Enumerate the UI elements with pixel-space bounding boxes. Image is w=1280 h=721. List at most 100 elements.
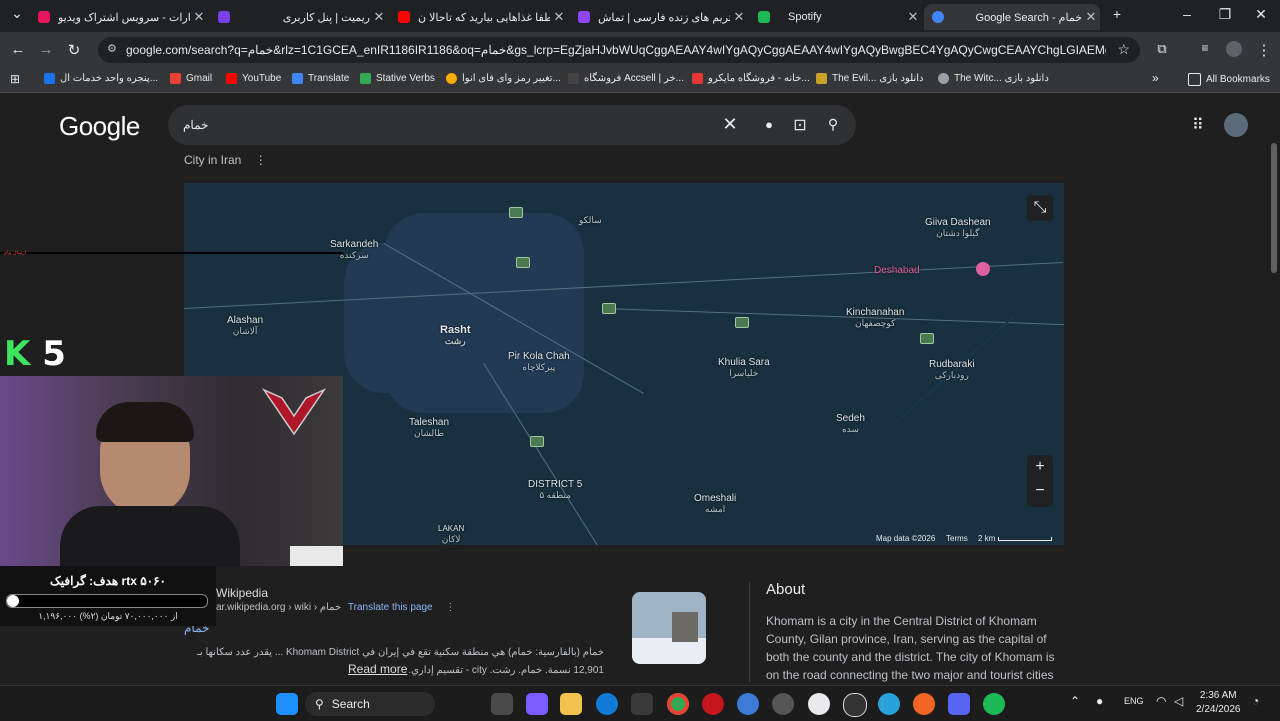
tab-spotify[interactable]: Spotify ✕	[750, 4, 922, 30]
telegram-icon[interactable]	[878, 693, 900, 715]
close-icon[interactable]: ✕	[370, 9, 388, 25]
start-button[interactable]	[276, 693, 298, 715]
close-icon[interactable]: ✕	[730, 9, 748, 25]
more-options-icon[interactable]: ⋮	[255, 153, 267, 167]
system-clock[interactable]: 2:36 AM 2/24/2026	[1196, 689, 1241, 717]
bookmark-favicon	[568, 73, 579, 84]
reload-button[interactable]: ↻	[64, 41, 84, 59]
clock-time: 2:36 AM	[1199, 690, 1237, 701]
app-icon[interactable]	[702, 693, 724, 715]
chrome-icon[interactable]	[667, 693, 689, 715]
logo-k: K	[4, 334, 31, 374]
lens-icon[interactable]: ⊡	[789, 115, 811, 135]
close-window-button[interactable]: ✕	[1246, 6, 1276, 23]
result-thumbnail[interactable]	[632, 592, 706, 664]
map-terms-link[interactable]: Terms	[946, 534, 968, 543]
tab-aparat[interactable]: آپارات - سرویس اشتراک ویدیو ✕	[30, 4, 208, 30]
close-icon[interactable]: ✕	[904, 9, 922, 25]
taskbar-search[interactable]: ⚲ Search	[305, 692, 435, 716]
task-view-icon[interactable]	[491, 693, 513, 715]
goal-progress-text: ۱,۱۹۶,۰۰۰ از ۷۰,۰۰۰,۰۰۰ تومان (۲%)	[38, 611, 178, 621]
close-icon[interactable]: ✕	[550, 9, 568, 25]
tray-overflow-icon[interactable]: ⌃	[1070, 694, 1080, 708]
all-bookmarks[interactable]: All Bookmarks	[1188, 73, 1270, 86]
menu-icon[interactable]: ⋮	[1254, 41, 1274, 59]
forward-button[interactable]: →	[36, 41, 56, 58]
zoom-in-button[interactable]: +	[1027, 455, 1053, 479]
app-icon[interactable]	[913, 693, 935, 715]
apps-grid-icon[interactable]: ⠿	[1192, 115, 1204, 135]
translate-link[interactable]: Translate this page	[348, 602, 433, 613]
address-bar[interactable]: ⚙ google.com/search?q=خمام&rlz=1C1GCEA_e…	[98, 37, 1140, 63]
bookmark-item[interactable]: Gmail	[170, 73, 212, 84]
tab-title: ریمیت | پنل کاربری	[282, 11, 370, 24]
store-icon[interactable]	[631, 693, 653, 715]
overlay-ticker: ارسال پیام	[4, 250, 27, 256]
remit-icon	[218, 11, 230, 23]
place-label: Rasht رشت	[440, 325, 471, 347]
account-avatar[interactable]	[1224, 113, 1248, 137]
clear-icon[interactable]: ✕	[719, 114, 741, 135]
maximize-button[interactable]: ❐	[1210, 6, 1240, 23]
minimize-button[interactable]: –	[1172, 6, 1202, 22]
bookmark-item[interactable]: فروشگاه Accsell | خر...	[568, 73, 684, 84]
result-site-name[interactable]: Wikipedia	[216, 586, 268, 600]
bookmark-star-icon[interactable]: ☆	[1117, 41, 1130, 58]
bookmark-item[interactable]: The Evil... دانلود بازی	[816, 73, 923, 84]
back-button[interactable]: ←	[8, 41, 28, 58]
extensions-icon[interactable]: ⧉	[1152, 41, 1172, 57]
media-player-icon[interactable]	[843, 693, 867, 717]
scrollbar-thumb[interactable]	[1271, 143, 1277, 273]
language-indicator[interactable]: ENG	[1124, 696, 1144, 706]
copilot-icon[interactable]	[526, 693, 548, 715]
app-icon[interactable]	[772, 693, 794, 715]
bookmark-item[interactable]: پنجره واحد خدمات ال...	[44, 73, 158, 84]
settings-icon[interactable]	[808, 693, 830, 715]
bookmark-item[interactable]: تغییر رمز وای فای انوا...	[446, 73, 561, 84]
bookmark-item[interactable]: YouTube	[226, 73, 281, 84]
search-input[interactable]: خمام	[183, 118, 208, 132]
bookmark-item[interactable]: خانه - فروشگاه مایکرو...	[692, 73, 810, 84]
site-info-icon[interactable]: ⚙	[107, 42, 117, 55]
place-name-fa: گیلوا دشتان	[936, 228, 980, 238]
bookmark-label: فروشگاه Accsell | خر...	[584, 73, 684, 84]
close-icon[interactable]: ✕	[190, 9, 208, 25]
location-pin-icon[interactable]	[976, 262, 990, 276]
bookmark-item[interactable]: The Witc... دانلود بازی	[938, 73, 1049, 84]
zoom-out-button[interactable]: −	[1027, 479, 1053, 503]
read-more-link[interactable]: Read more	[348, 662, 407, 676]
mic-icon[interactable]: ●	[758, 117, 780, 132]
tab-title: لطفا غذاهایی بیارید که تاحالا ن	[418, 11, 550, 24]
new-tab-button[interactable]: +	[1102, 6, 1132, 22]
close-icon[interactable]: ✕	[1082, 9, 1100, 25]
microphone-icon[interactable]: ●	[1096, 694, 1103, 708]
bookmark-item[interactable]: Translate	[292, 73, 349, 84]
spotify-icon[interactable]	[983, 693, 1005, 715]
tab-youtube[interactable]: لطفا غذاهایی بیارید که تاحالا ن ✕	[390, 4, 568, 30]
profile-avatar[interactable]	[1226, 41, 1242, 57]
notifications-icon[interactable]: ◔	[1252, 694, 1259, 708]
all-bookmarks-label: All Bookmarks	[1206, 74, 1270, 85]
collapse-map-button[interactable]: ⤡	[1027, 195, 1053, 221]
search-icon[interactable]: ⚲	[822, 116, 844, 133]
app-icon[interactable]	[737, 693, 759, 715]
page-scrollbar[interactable]	[1268, 93, 1280, 685]
google-logo[interactable]: Google	[59, 111, 140, 142]
place-name: Giiva Dashean	[925, 217, 991, 228]
discord-icon[interactable]	[948, 693, 970, 715]
place-name-fa: سده	[841, 424, 859, 434]
edge-icon[interactable]	[596, 693, 618, 715]
bookmark-item[interactable]: Stative Verbs	[360, 73, 435, 84]
tab-remit[interactable]: ریمیت | پنل کاربری ✕	[210, 4, 388, 30]
wifi-icon[interactable]: ◠	[1156, 694, 1166, 708]
volume-icon[interactable]: ◁	[1174, 694, 1183, 708]
tab-google-search[interactable]: Google Search - خمام ✕	[924, 4, 1100, 30]
search-box[interactable]: خمام ✕ ● ⊡ ⚲	[168, 105, 856, 145]
tab-search-button[interactable]: ⌄	[2, 5, 32, 22]
apps-icon[interactable]: ⊞	[10, 72, 20, 86]
bookmarks-overflow-icon[interactable]: »	[1152, 71, 1159, 85]
file-explorer-icon[interactable]	[560, 693, 582, 715]
more-options-icon[interactable]: ⋮	[445, 602, 455, 613]
media-icon[interactable]: ≡	[1195, 41, 1215, 55]
tab-twitch[interactable]: استریم های زنده فارسی | تماش ✕	[570, 4, 748, 30]
